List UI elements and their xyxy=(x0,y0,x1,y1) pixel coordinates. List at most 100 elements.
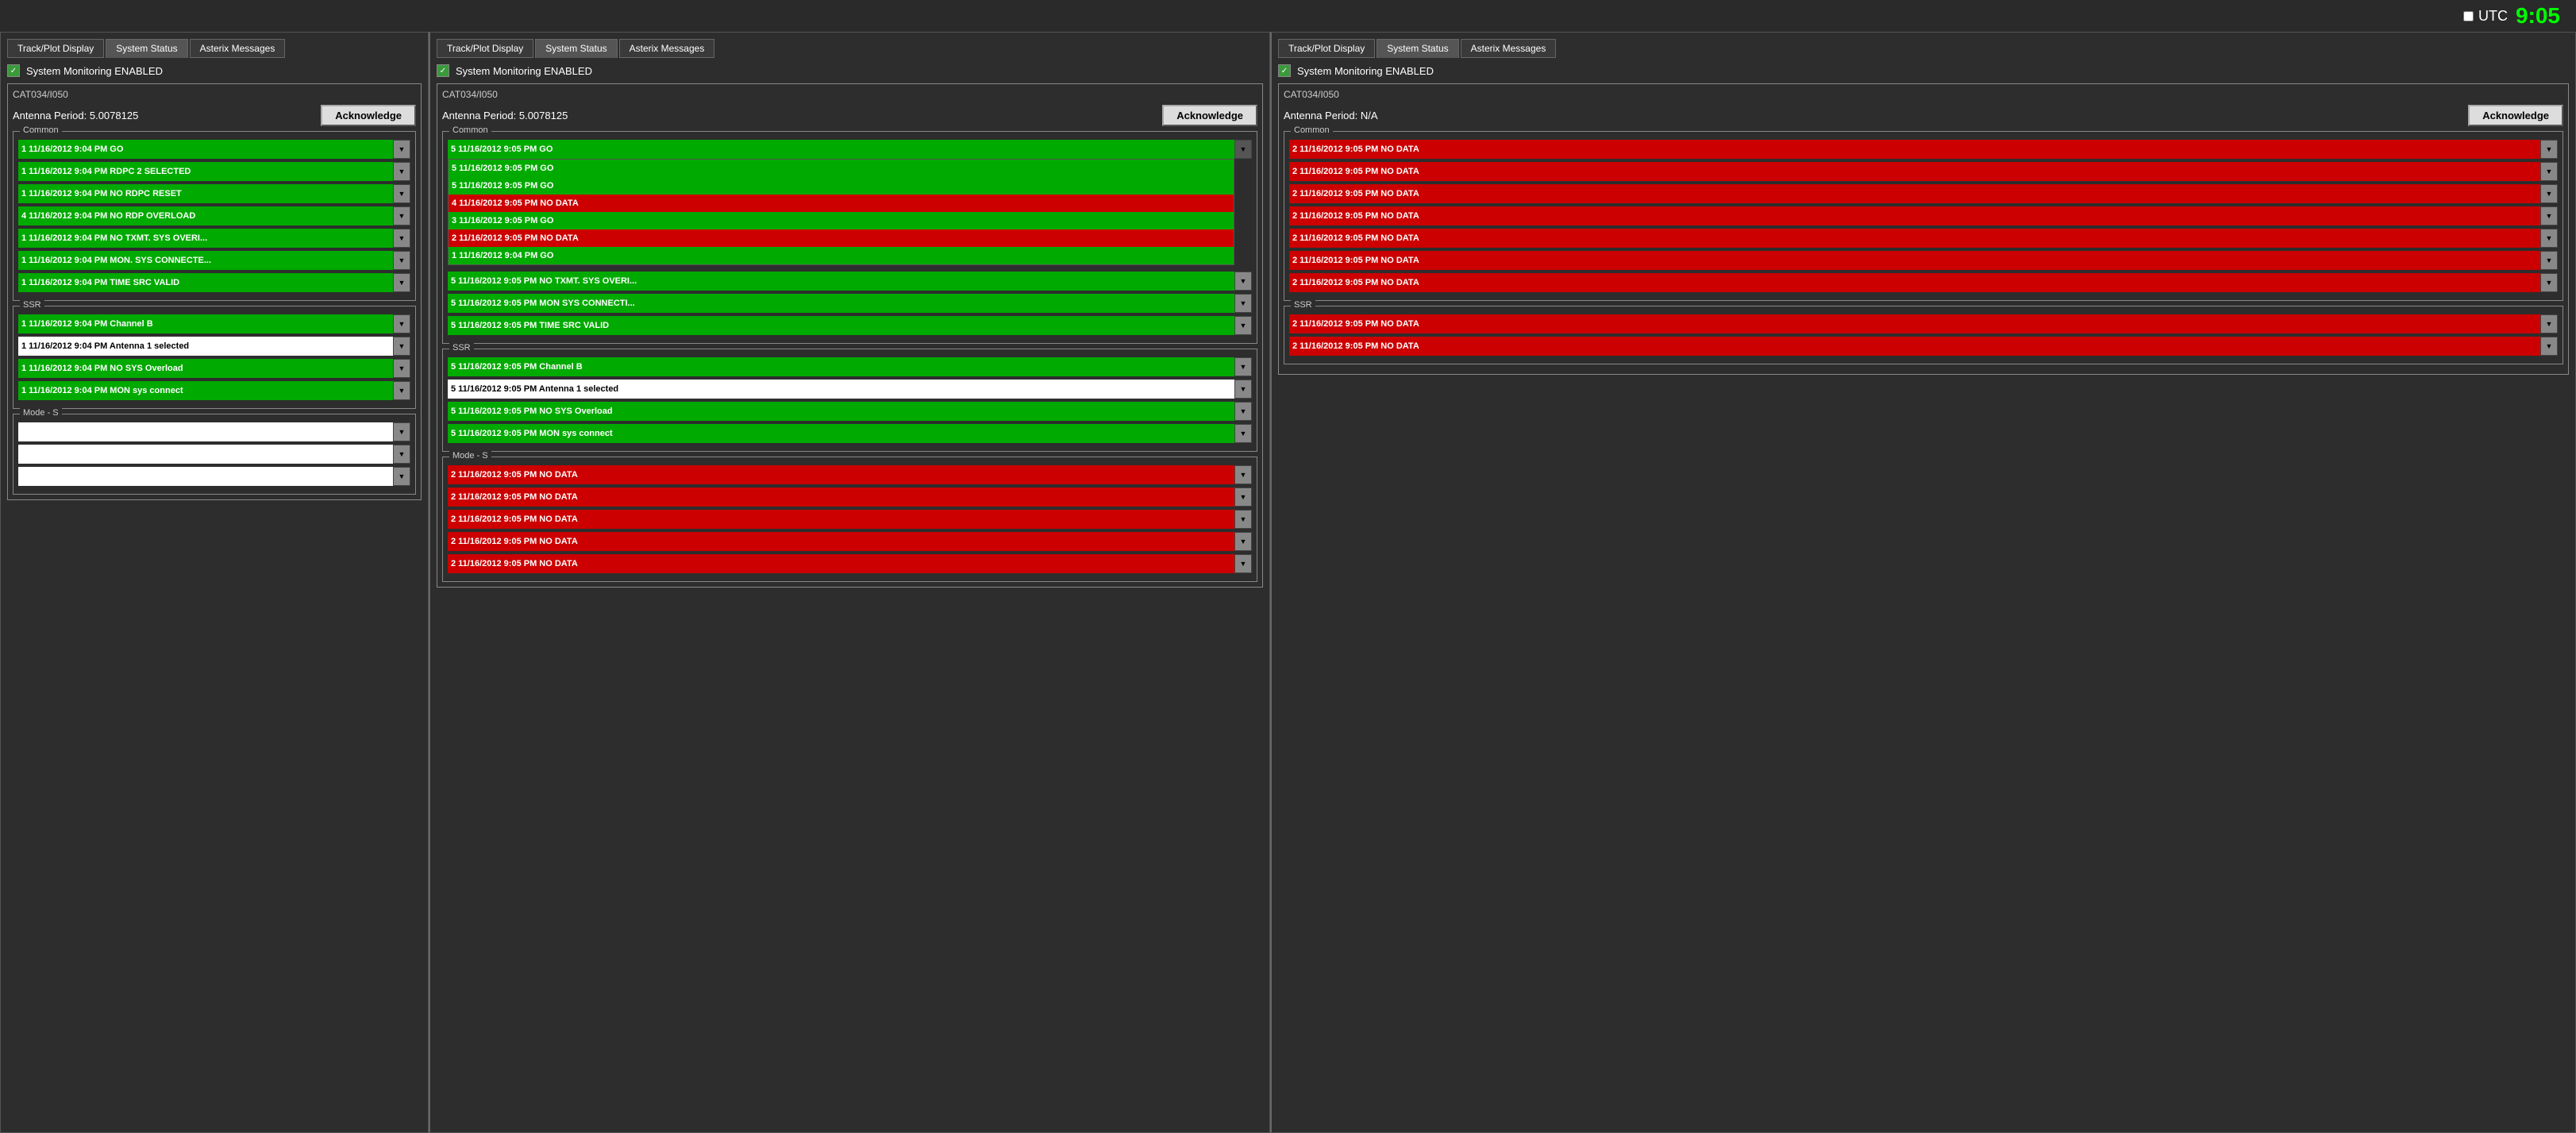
common-item-arrow-6-right[interactable]: ▼ xyxy=(2540,273,2558,292)
dol-item-4[interactable]: 2 11/16/2012 9:05 PM NO DATA xyxy=(449,229,1234,247)
ssr-section-left: SSR 1 11/16/2012 9:04 PM Channel B ▼ 1 1… xyxy=(13,306,416,409)
common-item-arrow-3-left[interactable]: ▼ xyxy=(393,206,410,225)
dol-item-1[interactable]: 5 11/16/2012 9:05 PM GO xyxy=(449,177,1234,195)
common-item-text-0-left: 1 11/16/2012 9:04 PM GO xyxy=(18,140,393,159)
dol-item-0[interactable]: 5 11/16/2012 9:05 PM GO xyxy=(449,160,1234,177)
dol-item-2[interactable]: 4 11/16/2012 9:05 PM NO DATA xyxy=(449,195,1234,212)
mode-s-item-0-left: ▼ xyxy=(18,422,410,441)
ssr-item-arrow-1-left[interactable]: ▼ xyxy=(393,337,410,356)
ssr-item-arrow-2-middle[interactable]: ▼ xyxy=(1234,402,1252,421)
common-item-text-4-left: 1 11/16/2012 9:04 PM NO TXMT. SYS OVERI.… xyxy=(18,229,393,248)
acknowledge-button-right[interactable]: Acknowledge xyxy=(2468,105,2563,126)
common-item-text-2-left: 1 11/16/2012 9:04 PM NO RDPC RESET xyxy=(18,184,393,203)
common-item-arrow-4-right[interactable]: ▼ xyxy=(2540,229,2558,248)
mode-s-item-arrow-2-left[interactable]: ▼ xyxy=(393,467,410,486)
mode-s-item-arrow-4-middle[interactable]: ▼ xyxy=(1234,554,1252,573)
antenna-row-right: Antenna Period: N/A Acknowledge xyxy=(1284,105,2563,126)
mode-s-section-middle: Mode - S 2 11/16/2012 9:05 PM NO DATA ▼ … xyxy=(442,457,1257,582)
common-item-arrow-3-right[interactable]: ▼ xyxy=(2540,206,2558,225)
common-item-arrow-1-left[interactable]: ▼ xyxy=(393,162,410,181)
common-item-5-right: 2 11/16/2012 9:05 PM NO DATA ▼ xyxy=(1289,251,2558,270)
ssr-item-text-1-middle: 5 11/16/2012 9:05 PM Antenna 1 selected xyxy=(448,380,1234,399)
common-item-text-3-right: 2 11/16/2012 9:05 PM NO DATA xyxy=(1289,206,2540,225)
tab-system-status-middle[interactable]: System Status xyxy=(535,39,617,58)
common-item-arrow-0-left[interactable]: ▼ xyxy=(393,140,410,159)
common-item-2-right: 2 11/16/2012 9:05 PM NO DATA ▼ xyxy=(1289,184,2558,203)
ssr-item-1-left: 1 11/16/2012 9:04 PM Antenna 1 selected … xyxy=(18,337,410,356)
common-item-text-6-right: 2 11/16/2012 9:05 PM NO DATA xyxy=(1289,273,2540,292)
common-item-arrow-2-right[interactable]: ▼ xyxy=(2540,184,2558,203)
common-item-text-1-right: 2 11/16/2012 9:05 PM NO DATA xyxy=(1289,162,2540,181)
mode-s-item-2-middle: 2 11/16/2012 9:05 PM NO DATA ▼ xyxy=(448,510,1252,529)
common-item-text-5-left: 1 11/16/2012 9:04 PM MON. SYS CONNECTE..… xyxy=(18,251,393,270)
ssr-item-arrow-3-left[interactable]: ▼ xyxy=(393,381,410,400)
ssr-item-arrow-0-left[interactable]: ▼ xyxy=(393,314,410,333)
acknowledge-button-middle[interactable]: Acknowledge xyxy=(1162,105,1257,126)
monitoring-label-middle: System Monitoring ENABLED xyxy=(456,65,592,77)
monitoring-checkbox-right[interactable]: ✓ xyxy=(1278,64,1291,77)
common-item-arrow-1-middle[interactable]: ▼ xyxy=(1234,272,1252,291)
common-item-arrow-0-right[interactable]: ▼ xyxy=(2540,140,2558,159)
common-item-1-middle: 5 11/16/2012 9:05 PM NO TXMT. SYS OVERI.… xyxy=(448,272,1252,291)
mode-s-item-arrow-3-middle[interactable]: ▼ xyxy=(1234,532,1252,551)
ssr-item-arrow-3-middle[interactable]: ▼ xyxy=(1234,424,1252,443)
ssr-item-arrow-1-middle[interactable]: ▼ xyxy=(1234,380,1252,399)
common-item-arrow-2-middle[interactable]: ▼ xyxy=(1234,294,1252,313)
ssr-item-1-right: 2 11/16/2012 9:05 PM NO DATA ▼ xyxy=(1289,337,2558,356)
dol-item-5[interactable]: 1 11/16/2012 9:04 PM GO xyxy=(449,247,1234,264)
dol-item-3[interactable]: 3 11/16/2012 9:05 PM GO xyxy=(449,212,1234,229)
common-item-4-left: 1 11/16/2012 9:04 PM NO TXMT. SYS OVERI.… xyxy=(18,229,410,248)
mode-s-item-arrow-0-middle[interactable]: ▼ xyxy=(1234,465,1252,484)
ssr-item-arrow-0-right[interactable]: ▼ xyxy=(2540,314,2558,333)
tab-asterix-left[interactable]: Asterix Messages xyxy=(190,39,286,58)
mode-s-item-arrow-2-middle[interactable]: ▼ xyxy=(1234,510,1252,529)
mode-s-item-arrow-1-left[interactable]: ▼ xyxy=(393,445,410,464)
mode-s-item-arrow-0-left[interactable]: ▼ xyxy=(393,422,410,441)
cat034-label-left: CAT034/I050 xyxy=(13,89,416,100)
tab-asterix-right[interactable]: Asterix Messages xyxy=(1461,39,1557,58)
ssr-item-0-left: 1 11/16/2012 9:04 PM Channel B ▼ xyxy=(18,314,410,333)
common-item-arrow-1-right[interactable]: ▼ xyxy=(2540,162,2558,181)
common-item-arrow-5-left[interactable]: ▼ xyxy=(393,251,410,270)
tab-system-status-right[interactable]: System Status xyxy=(1377,39,1458,58)
tab-asterix-middle[interactable]: Asterix Messages xyxy=(619,39,715,58)
acknowledge-button-left[interactable]: Acknowledge xyxy=(321,105,416,126)
common-item-arrow-4-left[interactable]: ▼ xyxy=(393,229,410,248)
common-item-selected-arrow-middle[interactable]: ▼ xyxy=(1234,140,1252,159)
mode-s-item-text-3-middle: 2 11/16/2012 9:05 PM NO DATA xyxy=(448,532,1234,551)
monitoring-checkbox-middle[interactable]: ✓ xyxy=(437,64,449,77)
common-item-5-left: 1 11/16/2012 9:04 PM MON. SYS CONNECTE..… xyxy=(18,251,410,270)
antenna-row-middle: Antenna Period: 5.0078125 Acknowledge xyxy=(442,105,1257,126)
cat034-label-right: CAT034/I050 xyxy=(1284,89,2563,100)
common-item-arrow-5-right[interactable]: ▼ xyxy=(2540,251,2558,270)
tab-system-status-left[interactable]: System Status xyxy=(106,39,187,58)
tab-track-plot-middle[interactable]: Track/Plot Display xyxy=(437,39,533,58)
mode-s-item-arrow-1-middle[interactable]: ▼ xyxy=(1234,487,1252,507)
mode-s-item-0-middle: 2 11/16/2012 9:05 PM NO DATA ▼ xyxy=(448,465,1252,484)
ssr-item-arrow-0-middle[interactable]: ▼ xyxy=(1234,357,1252,376)
common-item-text-1-middle: 5 11/16/2012 9:05 PM NO TXMT. SYS OVERI.… xyxy=(448,272,1234,291)
mode-s-item-2-left: ▼ xyxy=(18,467,410,486)
panel-left: Track/Plot Display System Status Asterix… xyxy=(0,32,429,1133)
tab-track-plot-right[interactable]: Track/Plot Display xyxy=(1278,39,1375,58)
mode-s-item-1-left: ▼ xyxy=(18,445,410,464)
ssr-item-arrow-1-right[interactable]: ▼ xyxy=(2540,337,2558,356)
common-item-arrow-2-left[interactable]: ▼ xyxy=(393,184,410,203)
ssr-title-right: SSR xyxy=(1291,300,1315,310)
ssr-item-text-2-middle: 5 11/16/2012 9:05 PM NO SYS Overload xyxy=(448,402,1234,421)
mode-s-section-left: Mode - S ▼ ▼ ▼ xyxy=(13,414,416,495)
ssr-item-arrow-2-left[interactable]: ▼ xyxy=(393,359,410,378)
tab-track-plot-left[interactable]: Track/Plot Display xyxy=(7,39,104,58)
ssr-item-2-left: 1 11/16/2012 9:04 PM NO SYS Overload ▼ xyxy=(18,359,410,378)
tab-bar-middle: Track/Plot Display System Status Asterix… xyxy=(437,39,1263,58)
utc-checkbox[interactable] xyxy=(2463,11,2474,21)
mode-s-item-text-2-left xyxy=(18,467,393,486)
common-title-middle: Common xyxy=(449,125,491,135)
mode-s-item-text-0-middle: 2 11/16/2012 9:05 PM NO DATA xyxy=(448,465,1234,484)
common-item-arrow-3-middle[interactable]: ▼ xyxy=(1234,316,1252,335)
common-item-arrow-6-left[interactable]: ▼ xyxy=(393,273,410,292)
mode-s-title-middle: Mode - S xyxy=(449,451,491,461)
time-display: 9:05 xyxy=(2516,3,2560,29)
common-title-left: Common xyxy=(20,125,62,135)
monitoring-checkbox-left[interactable]: ✓ xyxy=(7,64,20,77)
